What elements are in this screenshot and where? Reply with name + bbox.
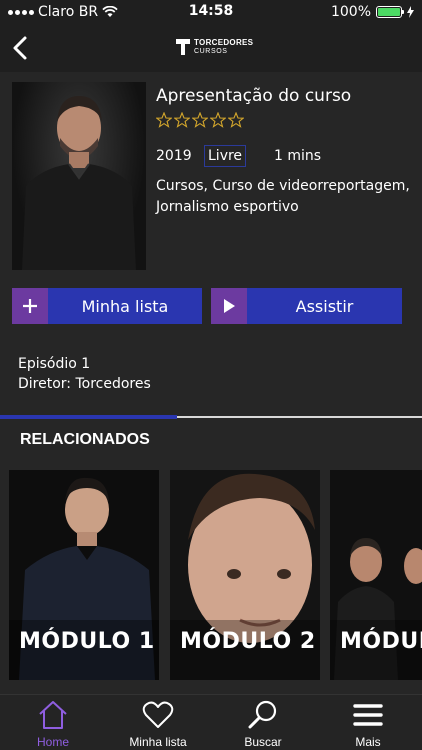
- home-icon: [39, 701, 67, 729]
- add-to-list-label: Minha lista: [81, 296, 169, 316]
- nav-bar: TORCEDORES CURSOS: [0, 24, 422, 72]
- menu-icon: [353, 704, 383, 726]
- module-label: MÓDUL: [340, 629, 422, 654]
- age-rating-badge: Livre: [204, 145, 247, 167]
- battery-icon: [376, 6, 404, 18]
- logo-t-icon: [176, 39, 190, 55]
- star-rating[interactable]: [156, 112, 244, 128]
- related-title: RELACIONADOS: [20, 431, 150, 448]
- star-icon[interactable]: [210, 112, 226, 128]
- tab-search[interactable]: Buscar: [218, 699, 308, 749]
- status-right: 100%: [331, 4, 414, 20]
- tab-search-label: Buscar: [244, 735, 282, 749]
- add-to-list-button[interactable]: Minha lista: [12, 288, 202, 324]
- star-icon[interactable]: [156, 112, 172, 128]
- tab-my-list[interactable]: Minha lista: [113, 699, 203, 749]
- charging-icon: [407, 6, 414, 18]
- tab-home-label: Home: [36, 735, 69, 749]
- related-card[interactable]: MÓDUL: [330, 470, 422, 680]
- presenter-image: [22, 96, 136, 270]
- section-divider: [0, 415, 422, 419]
- course-categories: Cursos, Curso de videorreportagem, Jorna…: [156, 178, 410, 215]
- tab-bar: Home Minha lista Buscar Mais: [0, 694, 422, 750]
- related-card[interactable]: MÓDULO 2: [170, 470, 320, 680]
- watch-label: Assistir: [295, 296, 354, 316]
- star-icon[interactable]: [228, 112, 244, 128]
- app-logo: TORCEDORES CURSOS: [176, 38, 253, 56]
- heart-icon: [142, 701, 174, 728]
- battery-percent: 100%: [330, 4, 371, 20]
- search-icon: [248, 700, 277, 729]
- watch-button[interactable]: Assistir: [211, 288, 402, 324]
- tab-my-list-label: Minha lista: [129, 735, 187, 749]
- related-scroll-indicator: [0, 415, 178, 419]
- tab-more-label: Mais: [355, 735, 381, 749]
- play-icon: [211, 288, 247, 324]
- course-title: Apresentação do curso: [156, 86, 352, 106]
- plus-icon: [12, 288, 48, 324]
- related-card[interactable]: MÓDULO 1: [9, 470, 159, 680]
- course-thumbnail: [12, 82, 146, 270]
- course-year: 2019: [156, 148, 192, 164]
- back-arrow-icon[interactable]: [8, 34, 34, 62]
- episode-number: Episódio 1: [18, 356, 91, 372]
- status-bar: Claro BR 14:58 100%: [0, 0, 422, 24]
- course-meta: 2019 Livre 1 mins: [156, 145, 321, 167]
- tab-home[interactable]: Home: [8, 699, 98, 749]
- logo-line2: CURSOS: [194, 48, 228, 55]
- director: Diretor: Torcedores: [18, 376, 151, 392]
- module-label: MÓDULO 2: [180, 629, 316, 654]
- episode-info: Episódio 1 Diretor: Torcedores: [18, 354, 151, 394]
- module-label: MÓDULO 1: [19, 629, 155, 654]
- course-duration: 1 mins: [274, 148, 322, 164]
- star-icon[interactable]: [174, 112, 190, 128]
- logo-line1: TORCEDORES: [194, 38, 254, 47]
- star-icon[interactable]: [192, 112, 208, 128]
- tab-more[interactable]: Mais: [323, 699, 413, 749]
